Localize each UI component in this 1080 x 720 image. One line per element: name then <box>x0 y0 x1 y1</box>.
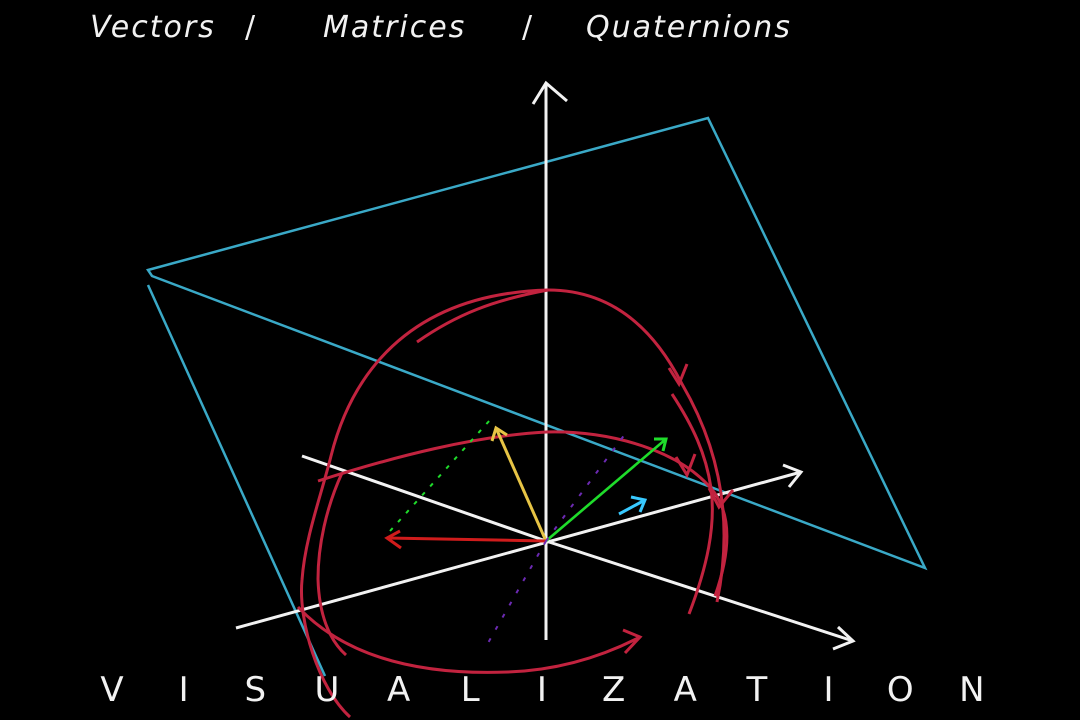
footer-letter: I <box>823 670 834 710</box>
green-dotted-guide <box>389 419 491 532</box>
horizontal-axis-left <box>301 454 547 543</box>
sketch-canvas: Vectors / Matrices / Quaternions V I S U… <box>0 0 1080 720</box>
rotation-loop-left <box>299 288 549 719</box>
footer-letter: O <box>886 670 914 710</box>
rotation-loop-inner-2 <box>670 393 714 615</box>
diagram-svg <box>145 80 928 719</box>
rotation-loop-outer <box>547 288 726 603</box>
arrowhead-icon <box>531 80 568 105</box>
footer-letter: V <box>100 670 124 710</box>
footer-letter: L <box>460 670 480 710</box>
footer-letter: S <box>244 670 267 710</box>
footer-letter: A <box>386 670 411 710</box>
rotation-loop-low <box>296 605 641 674</box>
footer-letter: U <box>314 670 340 710</box>
footer-visualization: V I S U A L I Z A T I O N <box>92 670 992 710</box>
yellow-vector <box>494 427 548 542</box>
footer-letter: A <box>673 670 697 710</box>
projection-plane-left-edge <box>146 284 327 677</box>
footer-letter: I <box>536 670 547 710</box>
footer-letter: N <box>959 670 985 710</box>
projection-plane <box>145 116 928 571</box>
footer-letter: I <box>178 670 189 710</box>
depth-axis <box>545 539 854 643</box>
red-vector <box>386 536 547 543</box>
footer-letter: T <box>746 670 768 710</box>
footer-letter: Z <box>601 670 626 710</box>
